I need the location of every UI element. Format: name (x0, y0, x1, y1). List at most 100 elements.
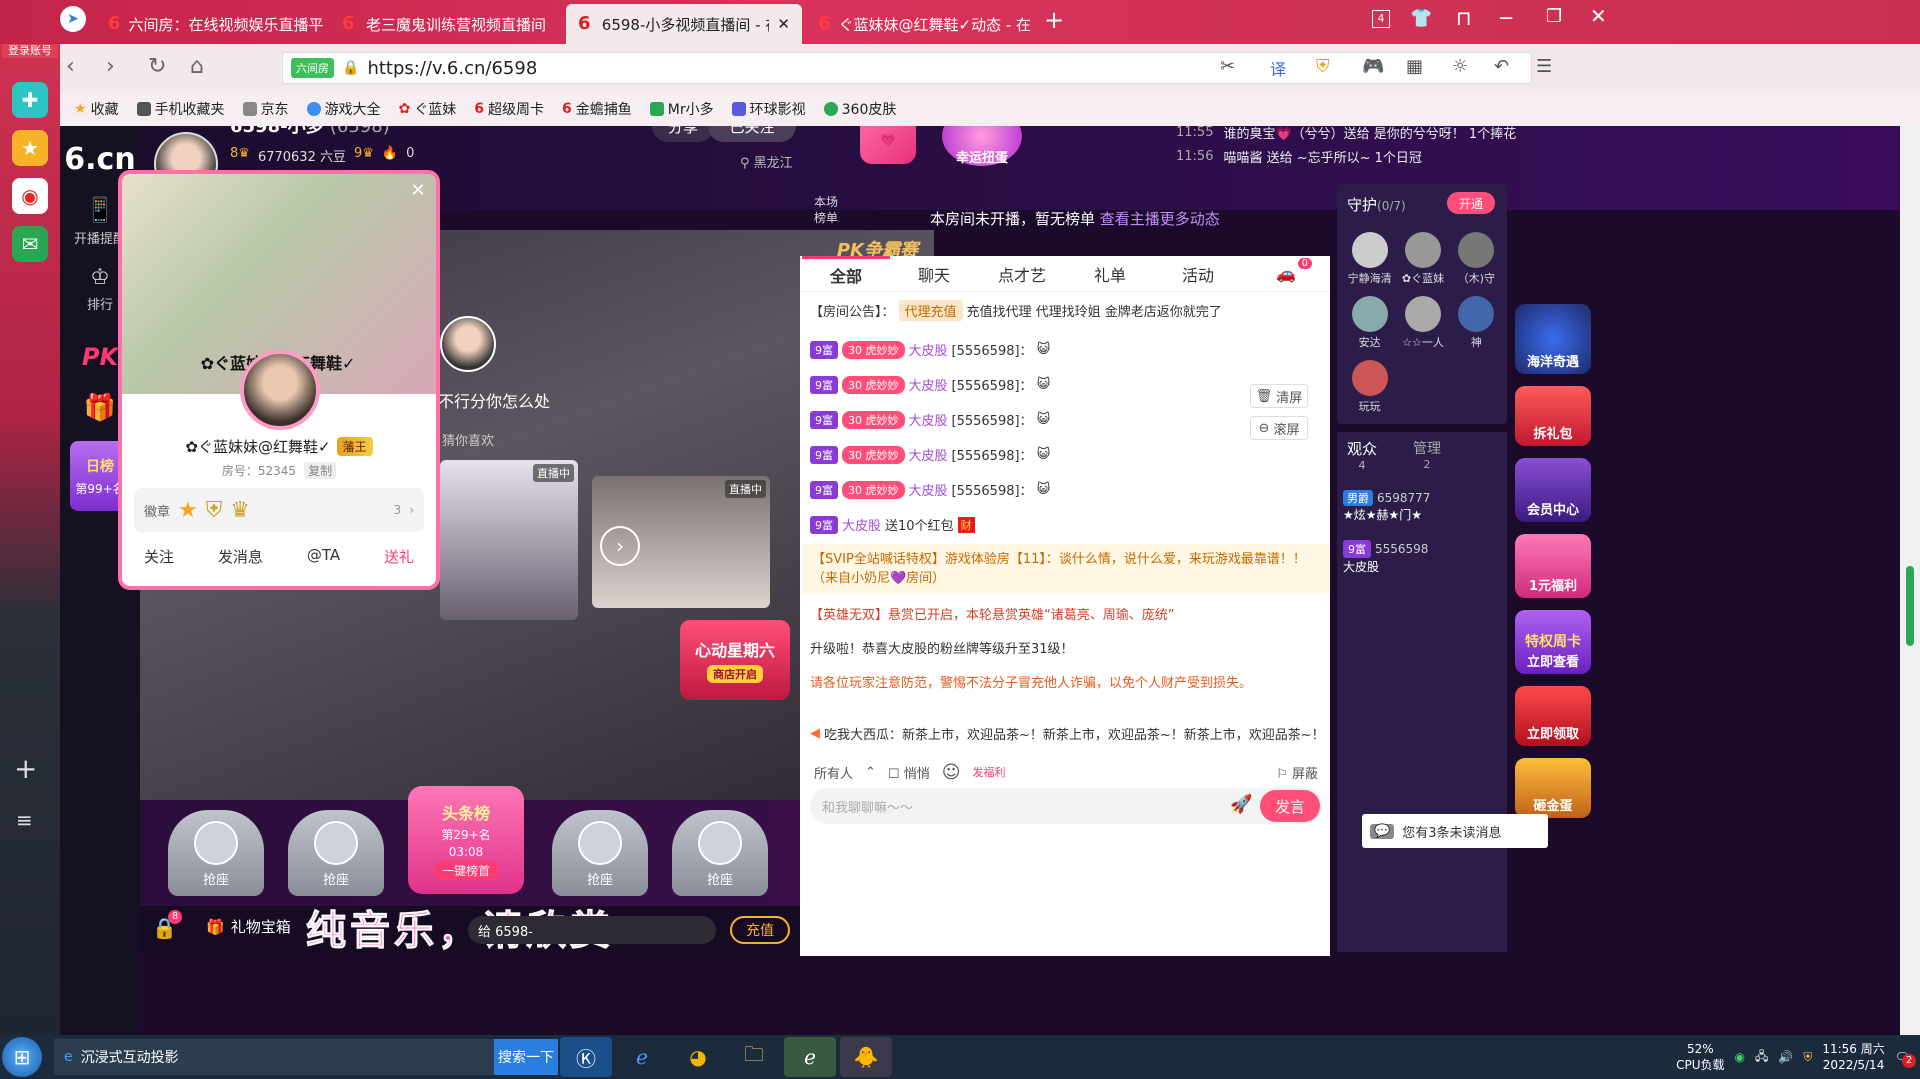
chevron-up-icon[interactable]: ⌃ (865, 765, 876, 780)
brightness-icon[interactable]: ☼ (1452, 56, 1468, 77)
ad-member-center[interactable]: 会员中心 (1515, 458, 1591, 522)
home-icon[interactable]: ⌂ (190, 54, 204, 79)
ad-privilege-card[interactable]: 特权周卡 立即查看 (1515, 610, 1591, 674)
tab-admins[interactable]: 管理 2 (1413, 438, 1441, 471)
scroll-screen-button[interactable]: ⊖ 滚屏 (1250, 416, 1308, 440)
huMiaoMiao-badge-icon[interactable]: 💗 (860, 126, 916, 164)
bookmark-fish[interactable]: 6 金蟾捕鱼 (562, 99, 632, 119)
chat-message[interactable]: 9富 30 虎妙妙 大皮股 [5556598]： 😺 (810, 410, 1320, 429)
clear-screen-button[interactable]: 🗑 清屏 (1250, 384, 1308, 408)
360-browser-icon[interactable]: ℯ (784, 1037, 836, 1077)
guard-member[interactable]: 安达 (1343, 296, 1396, 350)
menu-icon[interactable]: ≡ (16, 808, 33, 832)
bookmark-mrxiaoduo[interactable]: Mr小多 (649, 99, 714, 119)
chat-message[interactable]: 9富 30 虎妙妙 大皮股 [5556598]： 😺 (810, 375, 1320, 394)
bookmark-jd[interactable]: 京东 (242, 99, 289, 119)
close-window-icon[interactable]: ✕ (1590, 4, 1607, 28)
ad-gift-pack[interactable]: 拆礼包 (1515, 386, 1591, 446)
seat-grab-1[interactable]: 抢座 (168, 810, 264, 896)
next-arrow-icon[interactable]: › (600, 526, 640, 566)
close-tab-icon[interactable]: ✕ (777, 15, 790, 33)
ie-browser-icon[interactable]: ℯ (616, 1037, 668, 1077)
popup-avatar[interactable] (240, 350, 320, 430)
close-popup-icon[interactable]: ✕ (406, 180, 430, 204)
chrome-icon[interactable]: ◕ (672, 1037, 724, 1077)
scene-rank[interactable]: 本场 榜单 (814, 194, 838, 226)
login-account[interactable]: 登录账号 (2, 42, 58, 58)
star-icon[interactable]: ★ (12, 130, 48, 166)
minimize-icon[interactable]: ─ (1500, 6, 1512, 30)
tab-chat[interactable]: 聊天 (890, 256, 978, 291)
notification-icon[interactable]: 🗨 2 (1895, 1050, 1916, 1068)
cpu-meter[interactable]: 52% CPU负载 (1676, 1041, 1724, 1073)
tab-count[interactable]: 4 (1372, 10, 1390, 28)
weibo-icon[interactable]: ◉ (12, 178, 48, 214)
game-app-icon[interactable]: 🐥 (840, 1037, 892, 1077)
chat-message[interactable]: 9富 30 虎妙妙 大皮股 [5556598]： 😺 (810, 480, 1320, 499)
seat-grab-4[interactable]: 抢座 (672, 810, 768, 896)
headline-rank-card[interactable]: 头条榜 第29+名 03:08 一键榜首 (408, 786, 524, 894)
guard-member[interactable]: ☆☆一人 (1396, 296, 1449, 350)
recharge-button[interactable]: 充值 (730, 916, 790, 944)
translate-icon[interactable]: 译 (1270, 56, 1286, 80)
chat-message[interactable]: 9富 30 虎妙妙 大皮股 [5556598]： 😺 (810, 445, 1320, 464)
ad-ocean[interactable]: 海洋奇遇 (1515, 304, 1591, 374)
network-icon[interactable]: 🖧 (1755, 1047, 1768, 1068)
start-button-icon[interactable]: ⊞ (2, 1037, 42, 1077)
ad-golden-egg[interactable]: 砸金蛋 (1515, 758, 1591, 818)
followed-button[interactable]: 已关注 (708, 126, 796, 142)
tab-talent[interactable]: 点才艺 (978, 256, 1066, 291)
shield-setting[interactable]: ⚐ 屏蔽 (1276, 763, 1318, 782)
ad-claim[interactable]: 立即领取 (1515, 686, 1591, 746)
lucky-capsule[interactable]: 幸运扭蛋 (942, 126, 1022, 166)
tab-2[interactable]: 6 老三魔鬼训练营视频直播间 (330, 4, 560, 44)
guard-member[interactable]: 玩玩 (1343, 360, 1396, 414)
bookmark-mobile[interactable]: 手机收藏夹 (136, 99, 225, 119)
gift-target[interactable]: 给 6598- (468, 916, 716, 944)
back-icon[interactable]: ‹ (66, 54, 75, 79)
grid-icon[interactable]: ▦ (1406, 56, 1423, 77)
pin-window-icon[interactable]: ⊓ (1456, 6, 1472, 30)
url-box[interactable]: 六间房 🔒 https://v.6.cn/6598 (282, 52, 1532, 84)
tab-gifts[interactable]: 礼单 (1066, 256, 1154, 291)
scrollbar-thumb[interactable] (1906, 566, 1914, 646)
chat-message[interactable]: 9富 30 虎妙妙 大皮股 [5556598]： 😺 (810, 340, 1320, 359)
medal-row[interactable]: 徽章 ★ ⛨ ♛ 3 › (134, 488, 424, 532)
bookmark-games[interactable]: 游戏大全 (306, 99, 381, 119)
clock[interactable]: 11:56 周六 2022/5/14 (1822, 1041, 1884, 1073)
recommend-thumb-1[interactable]: 直播中 (440, 460, 578, 620)
bookmark-skin[interactable]: 360皮肤 (823, 99, 896, 119)
guard-member[interactable]: 宁静海清 (1343, 232, 1396, 286)
guard-open-button[interactable]: 开通 (1447, 192, 1495, 214)
target-select[interactable]: 所有人 (814, 763, 853, 782)
ad-one-yuan[interactable]: 1元福利 (1515, 534, 1591, 598)
new-tab-icon[interactable]: + (1044, 6, 1064, 34)
tray-app-icon[interactable]: ◉ (1735, 1050, 1745, 1064)
bookmark-huanqiu[interactable]: 环球影视 (731, 99, 806, 119)
scissors-icon[interactable]: ✂ (1220, 56, 1235, 77)
menu-icon[interactable]: ☰ (1536, 56, 1552, 77)
tab-4[interactable]: 6 ぐ蓝妹妹@红舞鞋✓动态 - 在 (806, 4, 1036, 44)
tab-activity[interactable]: 活动 (1154, 256, 1242, 291)
navigate-icon[interactable]: ➤ (60, 6, 86, 32)
treasure-box[interactable]: 🎁 礼物宝箱 (206, 916, 291, 937)
tab-all[interactable]: 全部 (802, 256, 890, 291)
bookmark-favorites[interactable]: ★ 收藏 (74, 99, 119, 119)
tab-3-active[interactable]: 66598-小多视频直播间 - 在线视✕ (566, 4, 802, 44)
folder-icon[interactable]: 🗀 (728, 1037, 780, 1077)
tab-car[interactable]: 🚗 0 (1242, 256, 1330, 291)
send-gift-button[interactable]: 送礼 (384, 546, 414, 567)
tab-viewers[interactable]: 观众 4 (1347, 438, 1377, 472)
search-button[interactable]: 搜索一下 (494, 1039, 558, 1075)
bookmark-lanmei[interactable]: ✿ ぐ蓝妹 (399, 99, 457, 119)
forward-icon[interactable]: › (106, 54, 115, 79)
game-icon[interactable]: 🎮 (1362, 56, 1384, 77)
tray-shield-icon[interactable]: ⛨ (1803, 1050, 1812, 1065)
add-icon[interactable]: + (14, 752, 37, 785)
one-click-top-button[interactable]: 一键榜首 (433, 861, 498, 880)
follow-button[interactable]: 关注 (144, 546, 174, 567)
shirt-icon[interactable]: 👕 (1410, 8, 1432, 29)
audience-user[interactable]: 9富 5556598 大皮股 (1343, 540, 1503, 575)
plus-app-icon[interactable]: ✚ (12, 82, 48, 118)
copy-button[interactable]: 复制 (304, 462, 337, 479)
